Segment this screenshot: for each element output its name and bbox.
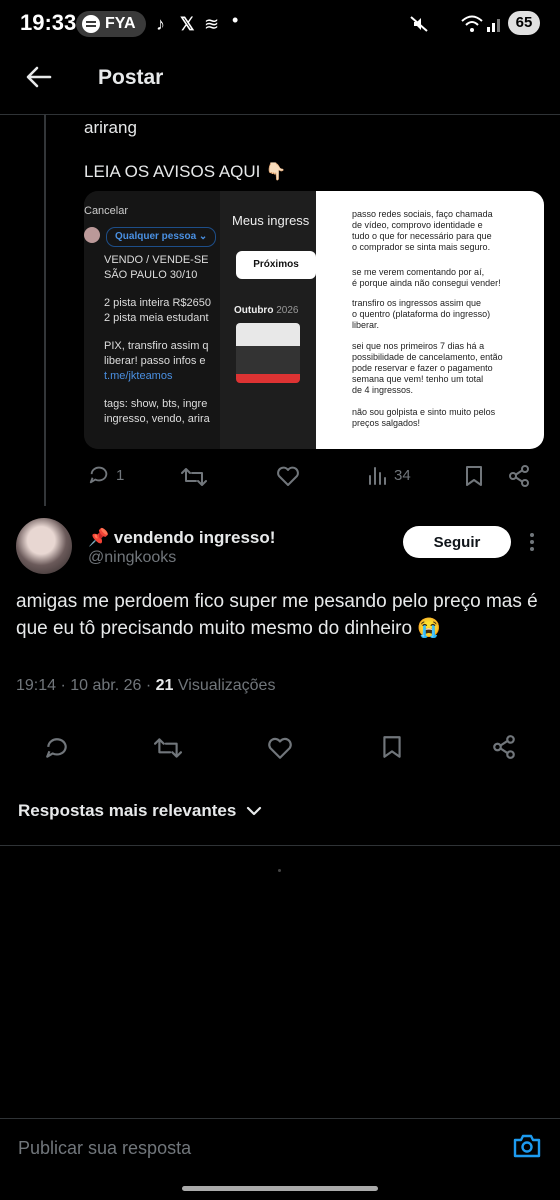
sort-replies-dropdown[interactable]: Respostas mais relevantes [18, 801, 262, 821]
share-icon[interactable] [491, 734, 517, 760]
spotify-icon [82, 15, 100, 33]
media-screenshot-right: passo redes sociais, faço chamada de víd… [316, 191, 544, 449]
reply-text: amigas me perdoem fico super me pesando … [16, 591, 538, 639]
media-line: SÃO PAULO 30/10 [104, 269, 198, 281]
repost-icon[interactable] [181, 465, 207, 489]
notice-paragraph: transfiro os ingressos assim que o quent… [352, 298, 491, 330]
dot-icon: • [232, 10, 239, 30]
loading-indicator [278, 869, 281, 872]
tickets-title: Meus ingress [232, 213, 310, 228]
back-button[interactable] [24, 62, 54, 92]
notice-paragraph: não sou golpista e sinto muito pelos pre… [352, 407, 496, 428]
like-icon[interactable] [276, 465, 300, 487]
bookmark-icon[interactable] [381, 734, 403, 760]
month-label: Outubro 2026 [234, 305, 299, 316]
signal-icon [487, 19, 500, 32]
mute-icon [410, 16, 428, 32]
views-count: 34 [394, 466, 411, 484]
media-line: liberar! passo infos e [104, 355, 206, 367]
post-meta: 19:14 · 10 abr. 26 · 21 Visualizações [16, 677, 276, 694]
divider [0, 845, 560, 846]
audience-pill: Qualquer pessoa ⌄ [106, 227, 217, 247]
media-screenshot-middle: Meus ingress Próximos Outubro 2026 [220, 191, 316, 449]
bookmark-icon[interactable] [464, 464, 484, 488]
post-media[interactable]: Cancelar Qualquer pessoa ⌄ VENDO / VENDE… [84, 191, 544, 449]
media-line: VENDO / VENDE-SE [104, 254, 209, 266]
camera-icon[interactable] [512, 1132, 542, 1160]
views-label[interactable]: Visualizações [178, 677, 276, 694]
media-screenshot-left: Cancelar Qualquer pessoa ⌄ VENDO / VENDE… [84, 191, 220, 449]
notice-paragraph: se me verem comentando por aí, é porque … [352, 267, 501, 288]
media-link: t.me/jkteamos [104, 370, 173, 382]
reply-action[interactable]: 1 [88, 464, 124, 486]
spotify-label: FYA [105, 15, 136, 32]
header-divider [0, 114, 560, 115]
wifi-icon [461, 15, 483, 32]
spotify-indicator[interactable]: FYA [76, 11, 146, 37]
notice-paragraph: passo redes sociais, faço chamada de víd… [352, 209, 493, 252]
cancel-text: Cancelar [84, 205, 129, 217]
views-count: 21 [155, 677, 174, 694]
ticket-thumbnail [236, 323, 300, 383]
avatar [84, 227, 100, 243]
notice-paragraph: sei que nos primeiros 7 dias há a possib… [352, 341, 503, 395]
author-name[interactable]: 📌 vendendo ingresso! [88, 528, 275, 548]
media-line: 2 pista inteira R$2650 [104, 297, 212, 309]
media-line: PIX, transfiro assim q [104, 340, 209, 352]
media-line: ingresso, vendo, arira [104, 413, 210, 425]
media-line: 2 pista meia estudant [104, 312, 209, 324]
comment-icon[interactable] [44, 735, 70, 761]
author-avatar[interactable] [16, 518, 72, 574]
status-time: 19:33 [20, 10, 77, 35]
share-icon[interactable] [507, 464, 531, 488]
sort-label: Respostas mais relevantes [18, 801, 237, 820]
more-options-icon[interactable] [526, 530, 538, 554]
home-indicator[interactable] [182, 1186, 378, 1191]
reply-compose-input[interactable] [16, 1134, 500, 1162]
battery-indicator: 65 [508, 11, 540, 35]
x-icon: 𝕏 [180, 14, 195, 34]
post-date: 10 abr. 26 [70, 677, 142, 694]
post-text-line: LEIA OS AVISOS AQUI 👇🏻 [84, 162, 287, 181]
post-text-line: arirang [84, 118, 137, 137]
thread-line [44, 114, 46, 506]
reply-count: 1 [116, 466, 125, 484]
views-icon [369, 467, 386, 485]
page-title: Postar [98, 66, 164, 89]
comment-icon [89, 466, 108, 484]
post-time: 19:14 [16, 677, 57, 694]
media-line: tags: show, bts, ingre [104, 398, 208, 410]
tiktok-icon: ♪ [156, 14, 165, 34]
upcoming-button: Próximos [236, 251, 316, 279]
notification-icon: ≋ [204, 14, 220, 34]
follow-button[interactable]: Seguir [403, 526, 511, 558]
author-handle[interactable]: @ningkooks [88, 549, 176, 567]
compose-divider [0, 1118, 560, 1119]
chevron-down-icon [247, 806, 262, 816]
repost-icon[interactable] [154, 735, 182, 761]
views-action[interactable]: 34 [368, 464, 411, 486]
like-icon[interactable] [267, 736, 293, 760]
